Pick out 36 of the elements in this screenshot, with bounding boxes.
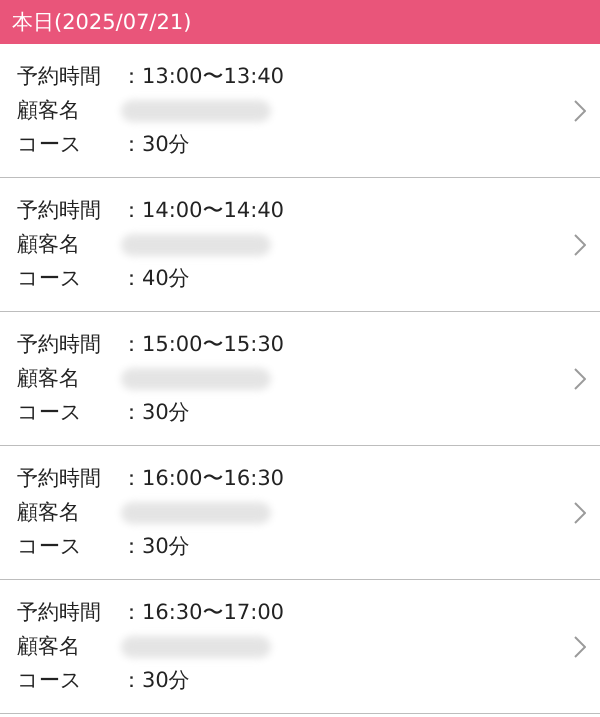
course-value: ：30分	[121, 399, 191, 426]
customer-label: 顧客名	[17, 633, 81, 660]
time-value: ：13:00〜13:40	[121, 63, 284, 90]
course-value: ：30分	[121, 533, 191, 560]
course-label: コース	[17, 667, 83, 694]
customer-label: 顧客名	[17, 97, 81, 124]
time-value: ：15:00〜15:30	[121, 331, 284, 358]
customer-label: 顧客名	[17, 499, 81, 526]
course-label: コース	[17, 533, 83, 560]
course-value: ：30分	[121, 131, 191, 158]
appointment-row[interactable]: 予約時間 ：16:30〜17:00 顧客名 コース ：30分	[0, 580, 600, 714]
course-label: コース	[17, 131, 83, 158]
appointment-row[interactable]: 予約時間 ：13:00〜13:40 顧客名 コース ：30分	[0, 44, 600, 178]
chevron-right-icon	[574, 100, 586, 122]
time-value: ：16:30〜17:00	[121, 599, 284, 626]
time-value: ：16:00〜16:30	[121, 465, 284, 492]
course-value: ：30分	[121, 667, 191, 694]
course-value: ：40分	[121, 265, 191, 292]
appointment-row[interactable]: 予約時間 ：15:00〜15:30 顧客名 コース ：30分	[0, 312, 600, 446]
time-label: 予約時間	[17, 63, 102, 90]
time-label: 予約時間	[17, 331, 102, 358]
course-label: コース	[17, 399, 83, 426]
time-label: 予約時間	[17, 599, 102, 626]
chevron-right-icon	[574, 636, 586, 658]
chevron-right-icon	[574, 502, 586, 524]
date-header: 本日(2025/07/21)	[0, 0, 600, 44]
time-label: 予約時間	[17, 465, 102, 492]
time-value: ：14:00〜14:40	[121, 197, 284, 224]
appointment-row[interactable]: 予約時間 ：16:00〜16:30 顧客名 コース ：30分	[0, 446, 600, 580]
time-label: 予約時間	[17, 197, 102, 224]
chevron-right-icon	[574, 368, 586, 390]
customer-label: 顧客名	[17, 365, 81, 392]
customer-label: 顧客名	[17, 231, 81, 258]
course-label: コース	[17, 265, 83, 292]
chevron-right-icon	[574, 234, 586, 256]
appointment-row[interactable]: 予約時間 ：14:00〜14:40 顧客名 コース ：40分	[0, 178, 600, 312]
